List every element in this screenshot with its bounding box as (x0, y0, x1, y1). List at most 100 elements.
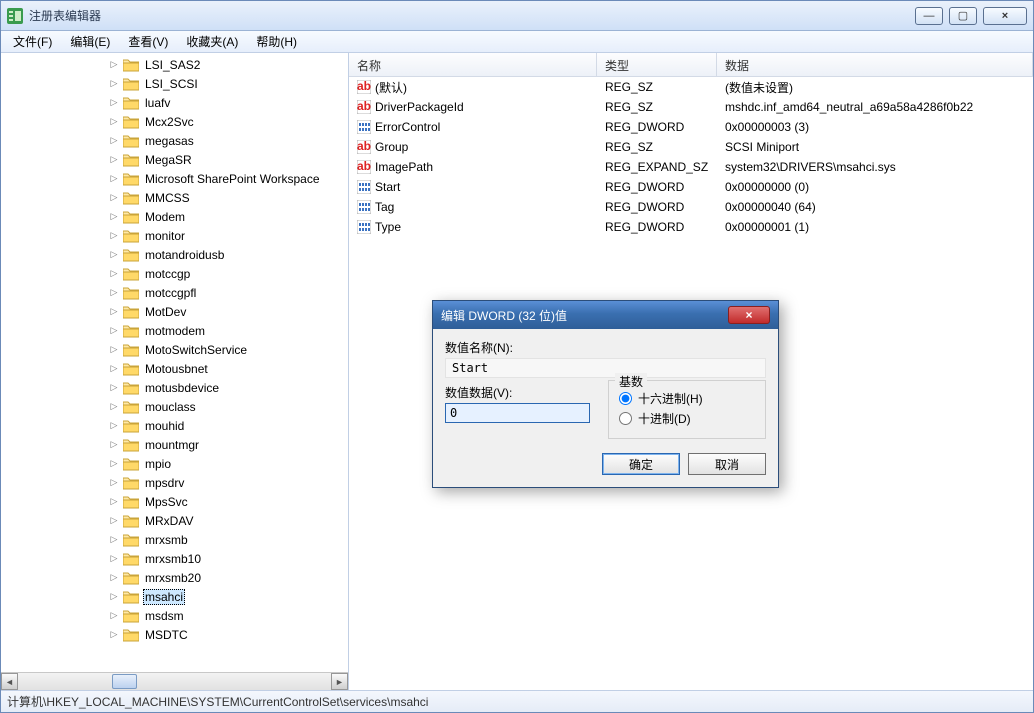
list-row[interactable]: TagREG_DWORD0x00000040 (64) (349, 197, 1033, 217)
dialog-cancel-button[interactable]: 取消 (688, 453, 766, 475)
tree-item[interactable]: ▷mrxsmb10 (1, 549, 348, 568)
scroll-right-button[interactable]: ► (331, 673, 348, 690)
expand-icon[interactable]: ▷ (109, 402, 119, 412)
expand-icon[interactable]: ▷ (109, 326, 119, 336)
tree-item[interactable]: ▷motccgpfl (1, 283, 348, 302)
expand-icon[interactable]: ▷ (109, 630, 119, 640)
tree-item[interactable]: ▷Modem (1, 207, 348, 226)
tree-scroll[interactable]: ▷LSI_SAS2▷LSI_SCSI▷luafv▷Mcx2Svc▷megasas… (1, 53, 348, 672)
menu-favorite[interactable]: 收藏夹(A) (178, 31, 246, 52)
expand-icon[interactable]: ▷ (109, 345, 119, 355)
expand-icon[interactable]: ▷ (109, 231, 119, 241)
expand-icon[interactable]: ▷ (109, 611, 119, 621)
tree-item[interactable]: ▷MRxDAV (1, 511, 348, 530)
tree-item-label: monitor (143, 229, 187, 243)
tree-item[interactable]: ▷mrxsmb (1, 530, 348, 549)
radix-hex-radio[interactable]: 十六进制(H) (619, 390, 755, 407)
menu-help[interactable]: 帮助(H) (248, 31, 305, 52)
expand-icon[interactable]: ▷ (109, 307, 119, 317)
expand-icon[interactable]: ▷ (109, 497, 119, 507)
col-header-name[interactable]: 名称 (349, 53, 597, 76)
col-header-type[interactable]: 类型 (597, 53, 717, 76)
list-row[interactable]: GroupREG_SZSCSI Miniport (349, 137, 1033, 157)
tree-item[interactable]: ▷mouclass (1, 397, 348, 416)
folder-icon (123, 381, 139, 395)
value-data-input[interactable] (445, 403, 590, 423)
tree-item[interactable]: ▷motandroidusb (1, 245, 348, 264)
tree-item[interactable]: ▷MSDTC (1, 625, 348, 644)
expand-icon[interactable]: ▷ (109, 364, 119, 374)
minimize-button[interactable]: — (915, 7, 943, 25)
expand-icon[interactable]: ▷ (109, 459, 119, 469)
list-row[interactable]: ErrorControlREG_DWORD0x00000003 (3) (349, 117, 1033, 137)
expand-icon[interactable]: ▷ (109, 516, 119, 526)
expand-icon[interactable]: ▷ (109, 174, 119, 184)
tree-item[interactable]: ▷motmodem (1, 321, 348, 340)
menu-edit[interactable]: 编辑(E) (62, 31, 118, 52)
list-row[interactable]: ImagePathREG_EXPAND_SZsystem32\DRIVERS\m… (349, 157, 1033, 177)
tree-item[interactable]: ▷motccgp (1, 264, 348, 283)
expand-icon[interactable]: ▷ (109, 155, 119, 165)
expand-icon[interactable]: ▷ (109, 193, 119, 203)
expand-icon[interactable]: ▷ (109, 478, 119, 488)
list-row[interactable]: (默认)REG_SZ(数值未设置) (349, 77, 1033, 97)
tree-item[interactable]: ▷luafv (1, 93, 348, 112)
tree-item[interactable]: ▷LSI_SAS2 (1, 55, 348, 74)
tree-item[interactable]: ▷MegaSR (1, 150, 348, 169)
radix-hex-input[interactable] (619, 392, 632, 405)
scroll-track[interactable] (18, 673, 331, 690)
scroll-thumb[interactable] (112, 674, 137, 689)
list-row[interactable]: StartREG_DWORD0x00000000 (0) (349, 177, 1033, 197)
dialog-titlebar[interactable]: 编辑 DWORD (32 位)值 × (433, 301, 778, 329)
expand-icon[interactable]: ▷ (109, 573, 119, 583)
dialog-ok-button[interactable]: 确定 (602, 453, 680, 475)
tree-item[interactable]: ▷MotoSwitchService (1, 340, 348, 359)
tree-item[interactable]: ▷mouhid (1, 416, 348, 435)
expand-icon[interactable]: ▷ (109, 440, 119, 450)
close-button[interactable]: × (983, 7, 1027, 25)
tree-item[interactable]: ▷megasas (1, 131, 348, 150)
tree-item[interactable]: ▷msahci (1, 587, 348, 606)
tree-item[interactable]: ▷MpsSvc (1, 492, 348, 511)
expand-icon[interactable]: ▷ (109, 269, 119, 279)
tree-item[interactable]: ▷mpio (1, 454, 348, 473)
tree-item[interactable]: ▷msdsm (1, 606, 348, 625)
expand-icon[interactable]: ▷ (109, 212, 119, 222)
tree-item[interactable]: ▷MMCSS (1, 188, 348, 207)
scroll-left-button[interactable]: ◄ (1, 673, 18, 690)
expand-icon[interactable]: ▷ (109, 60, 119, 70)
expand-icon[interactable]: ▷ (109, 136, 119, 146)
expand-icon[interactable]: ▷ (109, 592, 119, 602)
dialog-close-button[interactable]: × (728, 306, 770, 324)
radix-dec-input[interactable] (619, 412, 632, 425)
tree-item[interactable]: ▷LSI_SCSI (1, 74, 348, 93)
tree-item[interactable]: ▷Motousbnet (1, 359, 348, 378)
col-header-data[interactable]: 数据 (717, 53, 1033, 76)
expand-icon[interactable]: ▷ (109, 535, 119, 545)
expand-icon[interactable]: ▷ (109, 421, 119, 431)
expand-icon[interactable]: ▷ (109, 98, 119, 108)
radix-dec-radio[interactable]: 十进制(D) (619, 410, 755, 427)
tree-item[interactable]: ▷Mcx2Svc (1, 112, 348, 131)
tree-item[interactable]: ▷mpsdrv (1, 473, 348, 492)
tree-item[interactable]: ▷mrxsmb20 (1, 568, 348, 587)
list-header[interactable]: 名称 类型 数据 (349, 53, 1033, 77)
expand-icon[interactable]: ▷ (109, 383, 119, 393)
tree-item[interactable]: ▷mountmgr (1, 435, 348, 454)
menu-view[interactable]: 查看(V) (120, 31, 176, 52)
expand-icon[interactable]: ▷ (109, 79, 119, 89)
titlebar[interactable]: 注册表编辑器 — ▢ × (1, 1, 1033, 31)
list-row[interactable]: DriverPackageIdREG_SZmshdc.inf_amd64_neu… (349, 97, 1033, 117)
list-row[interactable]: TypeREG_DWORD0x00000001 (1) (349, 217, 1033, 237)
menu-file[interactable]: 文件(F) (5, 31, 60, 52)
tree-hscrollbar[interactable]: ◄ ► (1, 672, 348, 690)
maximize-button[interactable]: ▢ (949, 7, 977, 25)
expand-icon[interactable]: ▷ (109, 117, 119, 127)
tree-item[interactable]: ▷motusbdevice (1, 378, 348, 397)
expand-icon[interactable]: ▷ (109, 554, 119, 564)
tree-item[interactable]: ▷Microsoft SharePoint Workspace (1, 169, 348, 188)
expand-icon[interactable]: ▷ (109, 288, 119, 298)
tree-item[interactable]: ▷MotDev (1, 302, 348, 321)
expand-icon[interactable]: ▷ (109, 250, 119, 260)
tree-item[interactable]: ▷ monitor (1, 226, 348, 245)
